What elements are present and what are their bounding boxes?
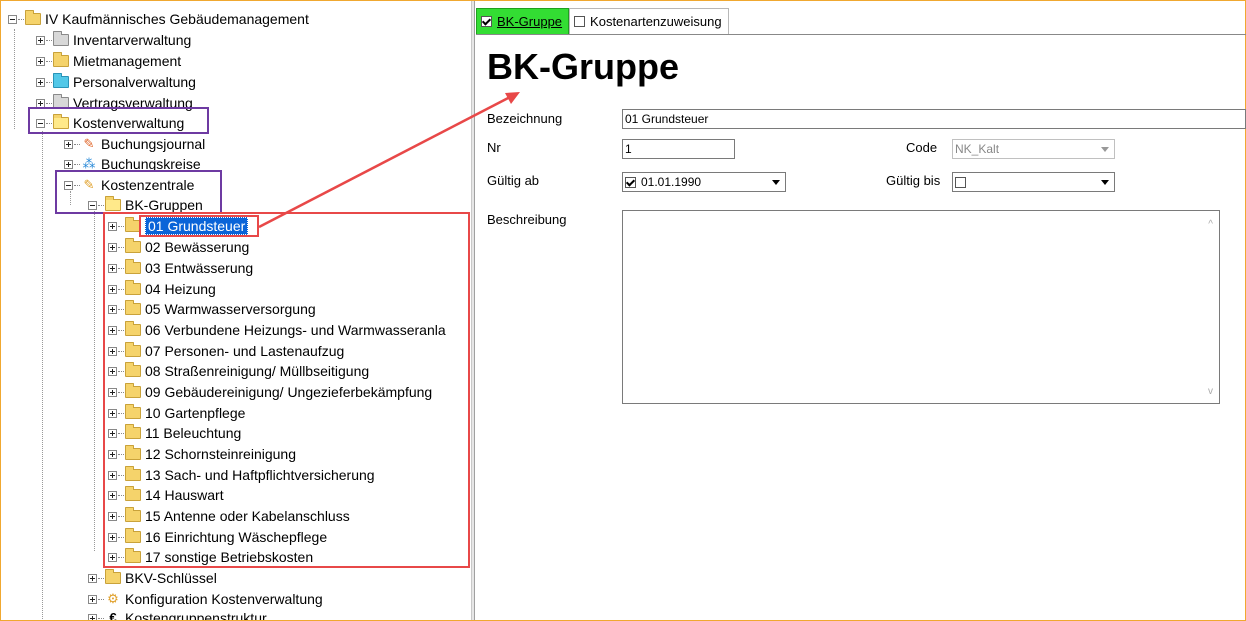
arrow-line: [258, 94, 513, 229]
annotation-arrow: [258, 92, 520, 229]
